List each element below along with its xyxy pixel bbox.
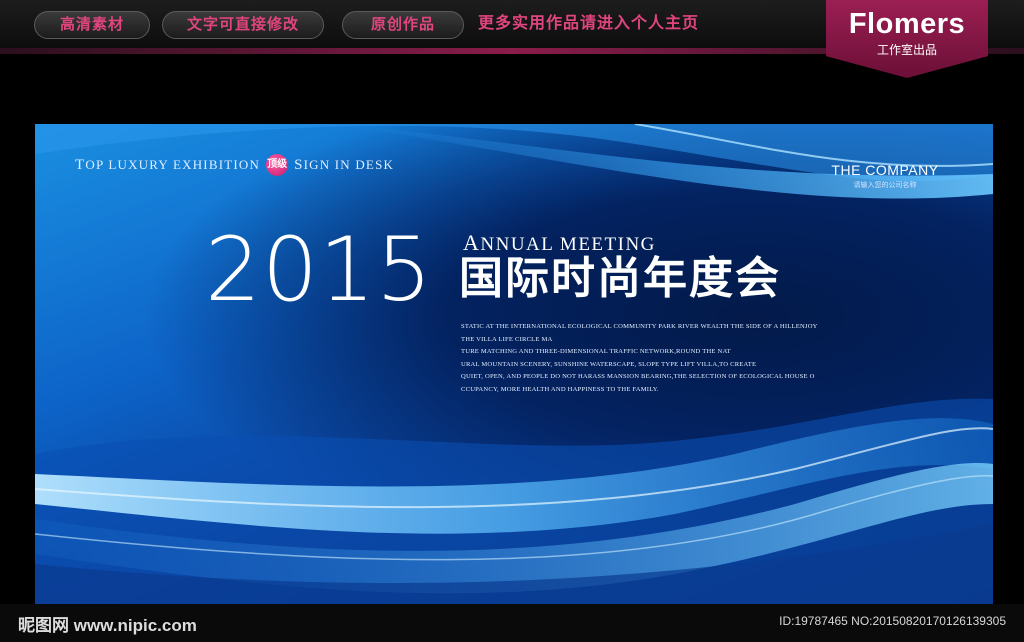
body-line: CCUPANCY, MORE HEALTH AND HAPPINESS TO T… bbox=[461, 385, 659, 393]
year-title: 2015 bbox=[205, 218, 433, 321]
promo-text[interactable]: 更多实用作品请进入个人主页 bbox=[478, 11, 699, 37]
brand-name: Flomers bbox=[848, 8, 966, 40]
annual-cap: A bbox=[463, 230, 481, 255]
pill-hd-material[interactable]: 高清素材 bbox=[34, 11, 150, 39]
badge-top-level: 顶级 bbox=[266, 154, 289, 176]
body-line: THE VILLA LIFE CIRCLE MA bbox=[461, 335, 553, 343]
tagline-text-2: IGN IN DESK bbox=[303, 157, 395, 172]
main-title-cn: 国际时尚年度会 bbox=[459, 254, 781, 303]
annual-rest: NNUAL MEETING bbox=[480, 234, 656, 255]
pill-original-work[interactable]: 原创作品 bbox=[342, 11, 464, 39]
body-line: STATIC AT THE INTERNATIONAL ECOLOGICAL C… bbox=[461, 323, 818, 330]
annual-meeting: ANNUAL MEETING bbox=[463, 230, 656, 256]
watermark-logo: 昵图网 www.nipic.com bbox=[18, 616, 197, 635]
pill-editable-text[interactable]: 文字可直接修改 bbox=[162, 11, 324, 39]
body-text: STATIC AT THE INTERNATIONAL ECOLOGICAL C… bbox=[461, 321, 831, 396]
body-line: TURE MATCHING AND THREE-DIMENSIONAL TRAF… bbox=[461, 348, 731, 355]
company-sub: 请输入您的公司名称 bbox=[853, 182, 917, 189]
body-line: URAL MOUNTAIN SCENERY, SUNSHINE WATERSCA… bbox=[461, 360, 757, 368]
banner-poster: T OP LUXURY EXHIBITION 顶级 S IGN IN DESK TH… bbox=[35, 124, 993, 604]
tagline-text-1: OP LUXURY EXHIBITION bbox=[85, 157, 261, 172]
brand-tag[interactable]: Flomers 工作室出品 bbox=[826, 0, 988, 78]
company-block: THE COMPANY 请输入您的公司名称 bbox=[825, 162, 945, 190]
body-line: QUIET, OPEN, AND PEOPLE DO NOT HARASS MA… bbox=[461, 373, 815, 380]
company-name: THE COMPANY bbox=[831, 162, 939, 178]
tagline-cap-1: T bbox=[75, 156, 86, 173]
tagline: T OP LUXURY EXHIBITION 顶级 S IGN IN DESK bbox=[75, 154, 394, 176]
watermark-id: ID:19787465 NO:20150820170126139305 bbox=[779, 614, 1006, 628]
tagline-cap-2: S bbox=[294, 156, 304, 173]
brand-sub: 工作室出品 bbox=[876, 43, 937, 57]
